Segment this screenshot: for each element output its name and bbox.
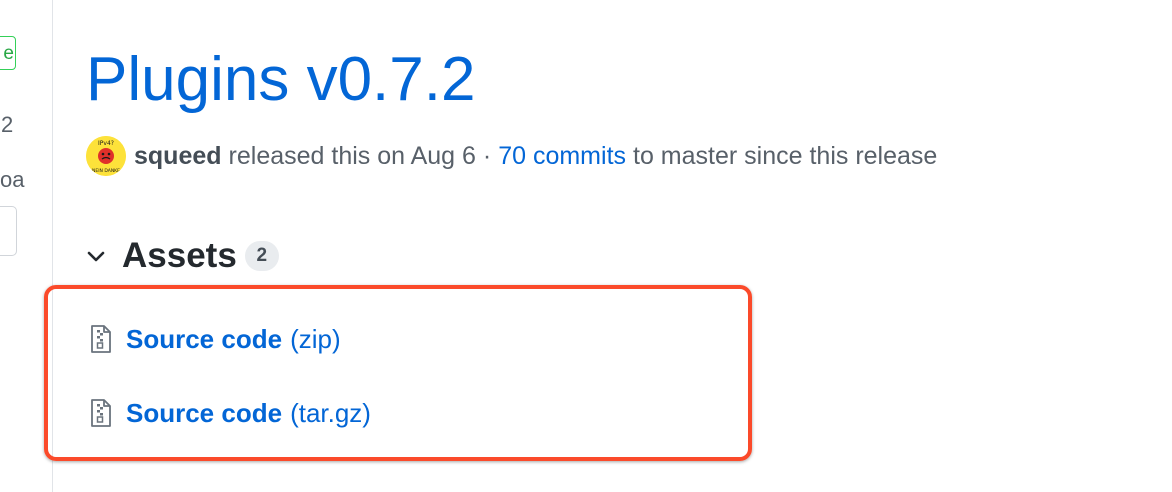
- commit-link[interactable]: oa: [0, 167, 24, 193]
- assets-count-badge: 2: [244, 241, 279, 271]
- chevron-down-icon[interactable]: [84, 244, 108, 268]
- compare-button[interactable]: [0, 206, 17, 256]
- release-page: e 2 oa Plugins v0.7.2 IPv4? NEIN DANKE s…: [0, 0, 1172, 492]
- assets-highlight-box: [44, 285, 752, 461]
- latest-release-badge: e: [0, 36, 16, 70]
- assets-header[interactable]: Assets 2: [84, 234, 279, 278]
- released-text: released this on Aug 6 ·: [228, 141, 492, 170]
- file-zip-icon: [91, 325, 111, 353]
- author-link[interactable]: squeed: [134, 142, 222, 171]
- avatar-text-bottom: NEIN DANKE: [92, 168, 120, 174]
- asset-ext[interactable]: (tar.gz): [290, 398, 371, 429]
- asset-name[interactable]: Source code: [126, 324, 282, 355]
- target-text: to master since this release: [633, 141, 938, 170]
- asset-name[interactable]: Source code: [126, 398, 282, 429]
- assets-title: Assets: [122, 236, 237, 275]
- asset-source-targz[interactable]: Source code (tar.gz): [90, 395, 371, 431]
- file-zip-icon: [91, 399, 111, 427]
- avatar-image: IPv4? NEIN DANKE: [86, 136, 126, 176]
- commits-link[interactable]: 70 commits: [498, 142, 626, 171]
- asset-ext[interactable]: (zip): [290, 324, 341, 355]
- release-meta: IPv4? NEIN DANKE squeed released this on…: [86, 136, 937, 176]
- avatar[interactable]: IPv4? NEIN DANKE: [86, 136, 126, 176]
- tag-link[interactable]: 2: [1, 112, 13, 138]
- asset-source-zip[interactable]: Source code (zip): [90, 321, 341, 357]
- avatar-text-top: IPv4?: [98, 140, 114, 147]
- release-title[interactable]: Plugins v0.7.2: [86, 38, 475, 122]
